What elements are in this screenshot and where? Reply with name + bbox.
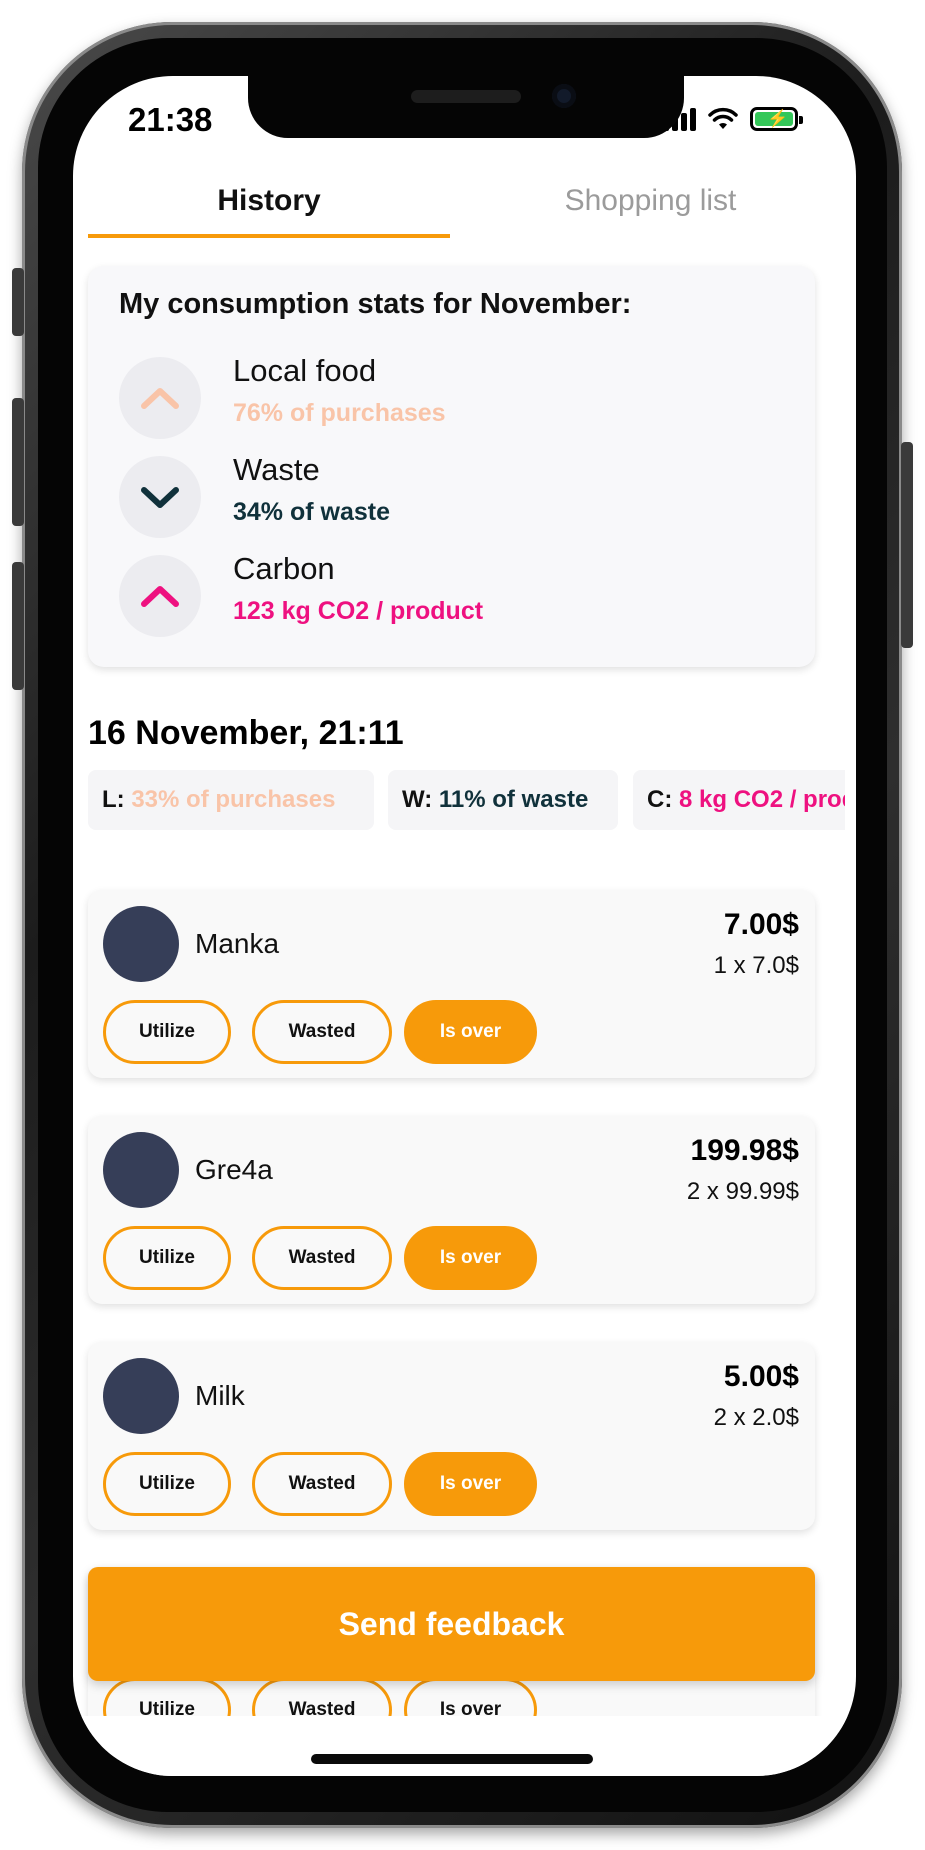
product-total: 5.00$ — [723, 1360, 799, 1393]
session-date-heading: 16 November, 21:11 — [88, 714, 404, 752]
stat-value: 123 kg CO2 / product — [233, 597, 484, 625]
product-name: Gre4a — [195, 1154, 273, 1185]
is-over-button[interactable]: Is over — [404, 1452, 537, 1516]
tab-history[interactable]: History — [88, 176, 450, 238]
tab-bar: History Shopping list — [88, 176, 845, 238]
is-over-button[interactable]: Is over — [404, 1000, 537, 1064]
stat-label: Waste — [233, 452, 320, 487]
product-card: Gre4a 199.98$ 2 x 99.99$ Utilize Wasted … — [88, 1116, 815, 1304]
tab-shopping-list[interactable]: Shopping list — [456, 176, 845, 238]
stats-title: My consumption stats for November: — [119, 288, 632, 320]
wifi-icon — [708, 107, 738, 129]
stat-waste: Waste 34% of waste — [119, 452, 769, 540]
silent-switch — [12, 268, 24, 336]
product-card: Manka 7.00$ 1 x 7.0$ Utilize Wasted Is o… — [88, 890, 815, 1078]
app-screen: 21:38 ⚡ History Shopping list My consump… — [73, 76, 856, 1776]
product-avatar — [103, 906, 179, 982]
product-card: Milk 5.00$ 2 x 2.0$ Utilize Wasted Is ov… — [88, 1342, 815, 1530]
status-icons: ⚡ — [663, 104, 803, 134]
screen-bottom-area — [73, 1716, 856, 1776]
chevron-up-icon — [141, 586, 179, 607]
power-button — [901, 442, 913, 648]
product-unit-price: 1 x 7.0$ — [713, 952, 799, 979]
chevron-up-icon — [141, 388, 179, 409]
stat-value: 76% of purchases — [233, 399, 446, 427]
wasted-button[interactable]: Wasted — [252, 1226, 392, 1290]
utilize-button[interactable]: Utilize — [103, 1000, 231, 1064]
chip-value: 11% of waste — [438, 786, 589, 813]
notch — [248, 76, 684, 138]
utilize-button[interactable]: Utilize — [103, 1452, 231, 1516]
trend-indicator — [119, 555, 201, 637]
product-unit-price: 2 x 2.0$ — [713, 1404, 799, 1431]
stat-value: 34% of waste — [233, 498, 391, 526]
trend-indicator — [119, 357, 201, 439]
trend-indicator — [119, 456, 201, 538]
product-name: Manka — [195, 928, 280, 959]
product-avatar — [103, 1358, 179, 1434]
home-indicator[interactable] — [311, 1754, 593, 1764]
chevron-down-icon — [141, 487, 179, 508]
product-unit-price: 2 x 99.99$ — [686, 1178, 799, 1205]
product-total: 199.98$ — [690, 1134, 799, 1167]
product-name: Milk — [195, 1380, 245, 1411]
stat-label: Carbon — [233, 551, 335, 586]
utilize-button[interactable]: Utilize — [103, 1226, 231, 1290]
battery-icon: ⚡ — [750, 107, 803, 131]
front-camera — [552, 84, 576, 108]
product-avatar — [103, 1132, 179, 1208]
chip-value: 33% of purchases — [131, 786, 336, 813]
chip-key: C: — [647, 786, 673, 813]
speaker-grille — [411, 90, 521, 103]
status-time: 21:38 — [128, 101, 213, 138]
stat-label: Local food — [233, 353, 377, 388]
is-over-button[interactable]: Is over — [404, 1226, 537, 1290]
consumption-stats-card: My consumption stats for November: Local… — [88, 266, 815, 667]
send-feedback-button[interactable]: Send feedback — [88, 1567, 815, 1681]
chip-carbon: C: 8 kg CO2 / product — [633, 770, 845, 830]
chip-key: W: — [402, 786, 433, 813]
chip-local: L: 33% of purchases — [88, 770, 374, 830]
session-stats-chips[interactable]: L: 33% of purchases W: 11% of waste C: 8… — [88, 770, 845, 832]
volume-up-button — [12, 398, 24, 526]
chip-value: 8 kg CO2 / product — [679, 786, 845, 813]
product-total: 7.00$ — [723, 908, 799, 941]
stat-local-food: Local food 76% of purchases — [119, 353, 769, 441]
volume-down-button — [12, 562, 24, 690]
chip-waste: W: 11% of waste — [388, 770, 618, 830]
stat-carbon: Carbon 123 kg CO2 / product — [119, 551, 769, 639]
wasted-button[interactable]: Wasted — [252, 1000, 392, 1064]
chip-key: L: — [102, 786, 125, 813]
wasted-button[interactable]: Wasted — [252, 1452, 392, 1516]
